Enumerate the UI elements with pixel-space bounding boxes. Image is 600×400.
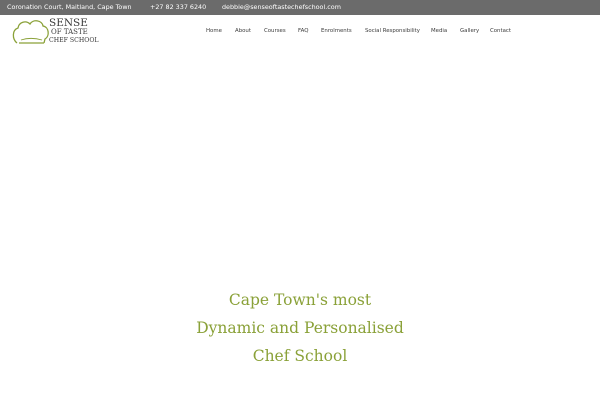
top-contact-bar: Coronation Court, Maitland, Cape Town +2… <box>0 0 600 15</box>
nav-item-media[interactable]: Media <box>431 28 447 34</box>
nav-item-contact[interactable]: Contact <box>490 28 511 34</box>
nav-item-home[interactable]: Home <box>206 28 222 34</box>
hero-headline-line-3: Chef School <box>252 347 348 365</box>
email-link[interactable]: debbie@senseoftastechefschool.com <box>222 3 341 11</box>
nav-item-courses[interactable]: Courses <box>264 28 286 34</box>
address-text: Coronation Court, Maitland, Cape Town <box>7 3 132 11</box>
nav-item-social-responsibility[interactable]: Social Responsibility <box>365 28 420 34</box>
hero-headline-line-2: Dynamic and Personalised <box>196 319 404 337</box>
nav-item-faq[interactable]: FAQ <box>298 28 308 34</box>
hero-headline-line-1: Cape Town's most <box>228 291 372 309</box>
main-navigation: Home About Courses FAQ Enrolments Social… <box>0 28 600 38</box>
hero-section: Cape Town's most Dynamic and Personalise… <box>0 49 600 400</box>
phone-link[interactable]: +27 82 337 6240 <box>150 3 206 11</box>
nav-item-gallery[interactable]: Gallery <box>460 28 479 34</box>
nav-item-enrolments[interactable]: Enrolments <box>321 28 352 34</box>
logo-line-1: SENSE <box>49 17 88 29</box>
nav-item-about[interactable]: About <box>235 28 251 34</box>
logo-line-3: CHEF SCHOOL <box>49 37 99 44</box>
site-header: SENSE OF TASTE CHEF SCHOOL Home About Co… <box>0 15 600 49</box>
